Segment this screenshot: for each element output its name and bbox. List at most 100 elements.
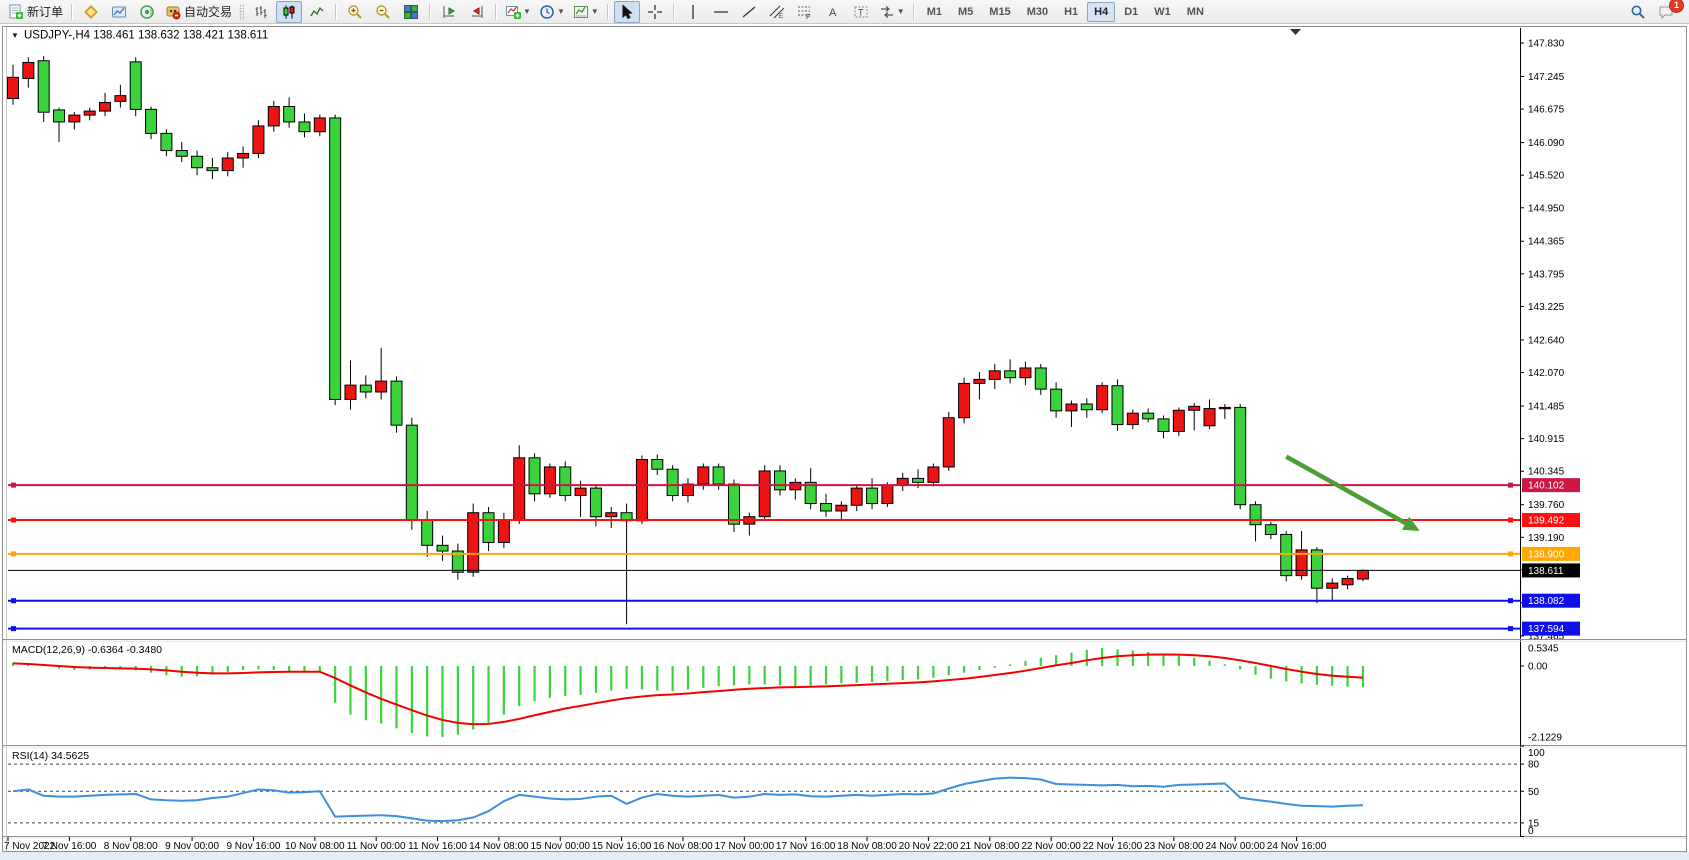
toolbar-right: 1: [1624, 1, 1685, 23]
market-button[interactable]: [78, 1, 104, 23]
timeframe-m1[interactable]: M1: [920, 2, 949, 22]
price-tick-label: 144.365: [1528, 237, 1565, 248]
line-anchor[interactable]: [11, 483, 16, 488]
trendline-tool[interactable]: [736, 1, 762, 23]
timeframe-d1[interactable]: D1: [1117, 2, 1145, 22]
zoom-out-button[interactable]: [370, 1, 396, 23]
price-tick-label: 144.950: [1528, 203, 1565, 214]
candle: [667, 465, 678, 501]
line-anchor[interactable]: [11, 598, 16, 603]
timeframe-h1[interactable]: H1: [1057, 2, 1085, 22]
line-anchor[interactable]: [1508, 598, 1513, 603]
line-anchor[interactable]: [11, 551, 16, 556]
arrows-tool[interactable]: ▼: [876, 1, 908, 23]
line-anchor[interactable]: [1508, 551, 1513, 556]
candle: [130, 57, 141, 116]
line-anchor[interactable]: [1508, 626, 1513, 631]
auto-trading-icon: [165, 4, 181, 20]
time-tick-label: 24 Nov 00:00: [1205, 841, 1265, 852]
chat-button[interactable]: 1: [1653, 1, 1679, 23]
search-button[interactable]: [1625, 1, 1651, 23]
periods-icon: [539, 4, 555, 20]
candle: [529, 453, 540, 501]
timeframe-m30[interactable]: M30: [1020, 2, 1055, 22]
templates-button[interactable]: ▼: [570, 1, 602, 23]
candle: [1112, 379, 1123, 430]
line-anchor[interactable]: [11, 518, 16, 523]
timeframe-h4[interactable]: H4: [1087, 2, 1115, 22]
time-tick-label: 21 Nov 08:00: [960, 841, 1020, 852]
text-tool[interactable]: A: [820, 1, 846, 23]
crosshair-button[interactable]: [642, 1, 668, 23]
line-anchor[interactable]: [11, 626, 16, 631]
time-tick-label: 14 Nov 08:00: [469, 841, 529, 852]
timeframe-mn[interactable]: MN: [1180, 2, 1211, 22]
svg-text:E: E: [779, 14, 783, 20]
candle: [391, 377, 402, 433]
toolbar: 新订单 自动交易: [0, 0, 1689, 24]
rsi-axis-label: 50: [1528, 787, 1540, 798]
candle: [728, 480, 739, 533]
price-tick-label: 145.520: [1528, 171, 1565, 182]
zoom-in-button[interactable]: [342, 1, 368, 23]
time-tick-label: 20 Nov 22:00: [899, 841, 959, 852]
line-anchor[interactable]: [1508, 483, 1513, 488]
timeframe-group: M1M5M15M30H1H4D1W1MN: [919, 2, 1212, 22]
chart-canvas[interactable]: ▼ USDJPY-,H4 138.461 138.632 138.421 138.…: [0, 0, 1689, 860]
vertical-line-tool[interactable]: [680, 1, 706, 23]
publish-button[interactable]: [106, 1, 132, 23]
svg-text:138.900: 138.900: [1528, 549, 1565, 560]
price-badge-139.492: 139.492: [1522, 513, 1580, 527]
candlestick-chart-icon: [281, 4, 297, 20]
candle: [1173, 407, 1184, 436]
timeframe-w1[interactable]: W1: [1147, 2, 1178, 22]
price-tick-label: 141.485: [1528, 402, 1565, 413]
macd-axis-max: 0.5345: [1528, 644, 1559, 655]
toolbar-separator: [495, 4, 497, 20]
fibonacci-icon: F: [797, 4, 813, 20]
timeframe-m15[interactable]: M15: [982, 2, 1017, 22]
crosshair-icon: [647, 4, 663, 20]
candle: [38, 56, 49, 122]
publish-chart-icon: [111, 4, 127, 20]
time-tick-label: 11 Nov 00:00: [347, 841, 406, 852]
periods-button[interactable]: ▼: [536, 1, 568, 23]
rsi-axis-label: 80: [1528, 760, 1540, 771]
text-label-tool[interactable]: T: [848, 1, 874, 23]
fibonacci-tool[interactable]: F: [792, 1, 818, 23]
time-tick-label: 22 Nov 16:00: [1083, 841, 1143, 852]
time-tick-label: 7 Nov 16:00: [42, 841, 96, 852]
chart-title: USDJPY-,H4 138.461 138.632 138.421 138.6…: [24, 30, 268, 42]
auto-trading-button[interactable]: 自动交易: [162, 1, 235, 23]
toolbar-drag-handle[interactable]: [239, 4, 244, 20]
svg-text:139.492: 139.492: [1528, 516, 1565, 527]
channel-tool[interactable]: E: [764, 1, 790, 23]
price-tick-label: 139.190: [1528, 533, 1565, 544]
candlestick-chart-button[interactable]: [276, 1, 302, 23]
price-badge-137.594: 137.594: [1522, 622, 1580, 636]
tile-windows-button[interactable]: [398, 1, 424, 23]
bar-chart-button[interactable]: [248, 1, 274, 23]
line-chart-button[interactable]: [304, 1, 330, 23]
rsi-axis-label: 100: [1528, 748, 1545, 759]
indicators-button[interactable]: ▼: [502, 1, 534, 23]
time-tick-label: 9 Nov 16:00: [226, 841, 280, 852]
signals-button[interactable]: [134, 1, 160, 23]
signals-icon: [139, 4, 155, 20]
horizontal-line-tool[interactable]: [708, 1, 734, 23]
line-anchor[interactable]: [1508, 518, 1513, 523]
price-badge-138.900: 138.900: [1522, 547, 1580, 561]
cursor-button[interactable]: [614, 1, 640, 23]
price-tick-label: 147.245: [1528, 72, 1565, 83]
symbol-dropdown-icon[interactable]: ▼: [11, 31, 19, 40]
new-order-button[interactable]: 新订单: [5, 1, 66, 23]
candle: [544, 464, 555, 498]
auto-scroll-button[interactable]: [436, 1, 462, 23]
timeframe-m5[interactable]: M5: [951, 2, 980, 22]
arrows-icon: [879, 4, 895, 20]
price-badge-138.082: 138.082: [1522, 594, 1580, 608]
chart-shift-button[interactable]: [464, 1, 490, 23]
time-tick-label: 23 Nov 08:00: [1144, 841, 1204, 852]
time-tick-label: 24 Nov 16:00: [1267, 841, 1327, 852]
chat-badge: 1: [1669, 0, 1684, 13]
